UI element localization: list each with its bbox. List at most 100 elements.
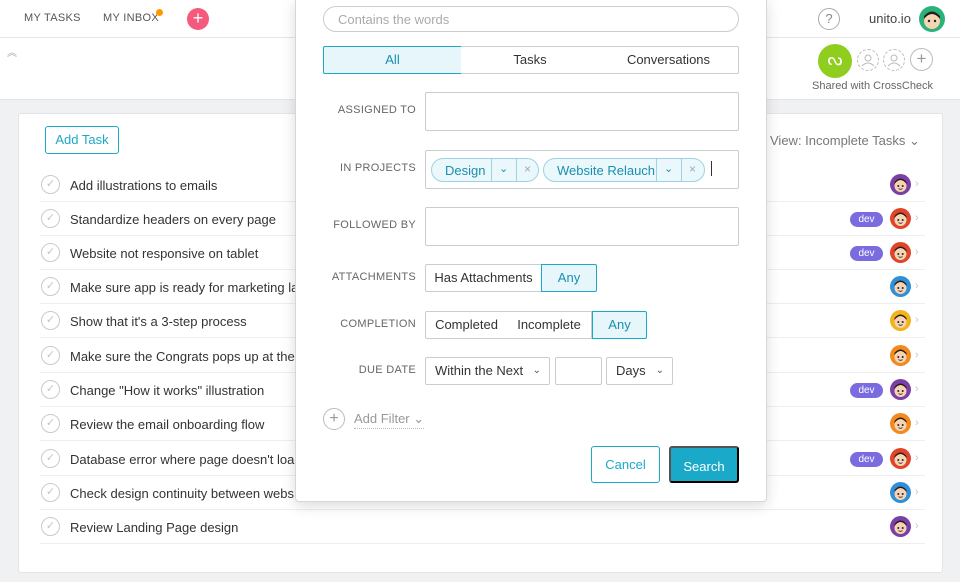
task-title[interactable]: Review the email onboarding flow [70, 417, 264, 432]
assignee-avatar[interactable] [890, 242, 911, 263]
view-selector[interactable]: View: Incomplete Tasks ⌄ [770, 133, 920, 149]
task-title[interactable]: Review Landing Page design [70, 520, 238, 535]
assignee-avatar[interactable] [890, 379, 911, 400]
chevron-down-icon[interactable]: ⌄ [499, 162, 508, 175]
due-date-amount-input[interactable] [555, 357, 602, 385]
task-title[interactable]: Make sure the Congrats pops up at the [70, 349, 295, 364]
checkmark-icon[interactable]: ✓ [41, 277, 60, 296]
incomplete-option[interactable]: Incomplete [507, 311, 592, 339]
task-title[interactable]: Show that it's a 3-step process [70, 314, 247, 329]
chip-divider [681, 159, 682, 181]
attachments-any-option[interactable]: Any [541, 264, 597, 292]
assignee-avatar[interactable] [890, 208, 911, 229]
tab-conversations[interactable]: Conversations [599, 46, 739, 74]
checkmark-icon[interactable]: ✓ [41, 380, 60, 399]
due-date-range-select[interactable]: Within the Next ⌄ [425, 357, 550, 385]
crosscheck-logo-icon[interactable]: ᔓ [818, 44, 852, 78]
assignee-avatar[interactable] [890, 174, 911, 195]
due-date-unit-select[interactable]: Days ⌄ [606, 357, 673, 385]
checkmark-icon[interactable]: ✓ [41, 175, 60, 194]
checkmark-icon[interactable]: ✓ [41, 517, 60, 536]
assignee-avatar[interactable] [890, 345, 911, 366]
assignee-avatar[interactable] [890, 310, 911, 331]
checkmark-icon[interactable]: ✓ [41, 209, 60, 228]
search-button[interactable]: Search [669, 446, 739, 483]
task-title[interactable]: Website not responsive on tablet [70, 246, 258, 261]
chevron-right-icon[interactable]: › [915, 349, 919, 361]
assigned-to-field[interactable] [425, 92, 739, 131]
tag-badge[interactable]: dev [850, 246, 883, 261]
checkmark-icon[interactable]: ✓ [41, 483, 60, 502]
chevron-right-icon[interactable]: › [915, 520, 919, 532]
tag-badge[interactable]: dev [850, 452, 883, 467]
project-chip-design[interactable]: Design ⌄ × [431, 158, 539, 182]
help-icon[interactable]: ? [818, 8, 840, 30]
completion-any-option[interactable]: Any [592, 311, 647, 339]
tab-all[interactable]: All [323, 46, 462, 74]
contains-words-input[interactable]: Contains the words [323, 6, 739, 32]
text-cursor [711, 161, 712, 176]
followed-by-label: FOLLOWED BY [333, 219, 416, 231]
add-task-button[interactable]: Add Task [45, 126, 119, 154]
checkmark-icon[interactable]: ✓ [41, 243, 60, 262]
assignee-avatar[interactable] [890, 482, 911, 503]
task-title[interactable]: Check design continuity between webs [70, 486, 294, 501]
nav-my-tasks[interactable]: MY TASKS [24, 12, 81, 24]
tag-badge[interactable]: dev [850, 383, 883, 398]
tag-badge[interactable]: dev [850, 212, 883, 227]
checkmark-icon[interactable]: ✓ [41, 449, 60, 468]
add-member-button[interactable]: + [910, 48, 933, 71]
chip-divider [516, 159, 517, 181]
checkmark-icon[interactable]: ✓ [41, 346, 60, 365]
chevron-right-icon[interactable]: › [915, 280, 919, 292]
tab-tasks[interactable]: Tasks [461, 46, 600, 74]
assigned-to-label: ASSIGNED TO [337, 104, 416, 116]
chevron-right-icon[interactable]: › [915, 486, 919, 498]
task-title[interactable]: Add illustrations to emails [70, 178, 217, 193]
followed-by-field[interactable] [425, 207, 739, 246]
assignee-avatar[interactable] [890, 276, 911, 297]
has-attachments-option[interactable]: Has Attachments [425, 264, 542, 292]
chevron-right-icon[interactable]: › [915, 383, 919, 395]
task-row[interactable]: ✓ Review Landing Page design › [40, 510, 925, 544]
face-icon [894, 349, 907, 363]
cancel-button[interactable]: Cancel [591, 446, 660, 483]
task-title[interactable]: Database error where page doesn't loa [70, 452, 294, 467]
remove-icon[interactable]: × [689, 162, 696, 176]
nav-my-inbox[interactable]: MY INBOX [103, 12, 159, 24]
task-title[interactable]: Standardize headers on every page [70, 212, 276, 227]
workspace-name[interactable]: unito.io [869, 11, 911, 26]
project-chip-website-relauch[interactable]: Website Relauch ⌄ × [543, 158, 705, 182]
chevron-right-icon[interactable]: › [915, 452, 919, 464]
face-icon [894, 280, 907, 294]
user-avatar[interactable] [919, 6, 945, 32]
task-title[interactable]: Change "How it works" illustration [70, 383, 264, 398]
assignee-avatar[interactable] [890, 448, 911, 469]
member-placeholder-icon[interactable] [883, 49, 905, 71]
attachments-label: ATTACHMENTS [331, 271, 416, 283]
chevron-right-icon[interactable]: › [915, 178, 919, 190]
member-placeholder-icon[interactable] [857, 49, 879, 71]
chevron-right-icon[interactable]: › [915, 417, 919, 429]
inbox-notification-dot [156, 9, 163, 16]
chevron-right-icon[interactable]: › [915, 314, 919, 326]
add-filter-icon[interactable]: + [323, 408, 345, 430]
chevron-down-icon[interactable]: ⌄ [664, 162, 673, 175]
checkmark-icon[interactable]: ✓ [41, 311, 60, 330]
task-title[interactable]: Make sure app is ready for marketing la [70, 280, 298, 295]
chevron-down-icon: ⌄ [532, 365, 541, 376]
project-chip-label: Website Relauch [557, 163, 656, 178]
face-icon [894, 520, 907, 534]
checkmark-icon[interactable]: ✓ [41, 414, 60, 433]
remove-icon[interactable]: × [524, 162, 531, 176]
assignee-avatar[interactable] [890, 516, 911, 537]
due-date-unit-value: Days [616, 363, 646, 378]
chevron-right-icon[interactable]: › [915, 212, 919, 224]
assignee-avatar[interactable] [890, 413, 911, 434]
in-projects-field[interactable]: Design ⌄ × Website Relauch ⌄ × [425, 150, 739, 189]
completed-option[interactable]: Completed [425, 311, 508, 339]
add-filter-link[interactable]: Add Filter ⌄ [354, 411, 425, 429]
add-new-button[interactable]: + [187, 8, 209, 30]
chevron-right-icon[interactable]: › [915, 246, 919, 258]
collapse-header-icon[interactable]: ︽ [7, 44, 17, 59]
